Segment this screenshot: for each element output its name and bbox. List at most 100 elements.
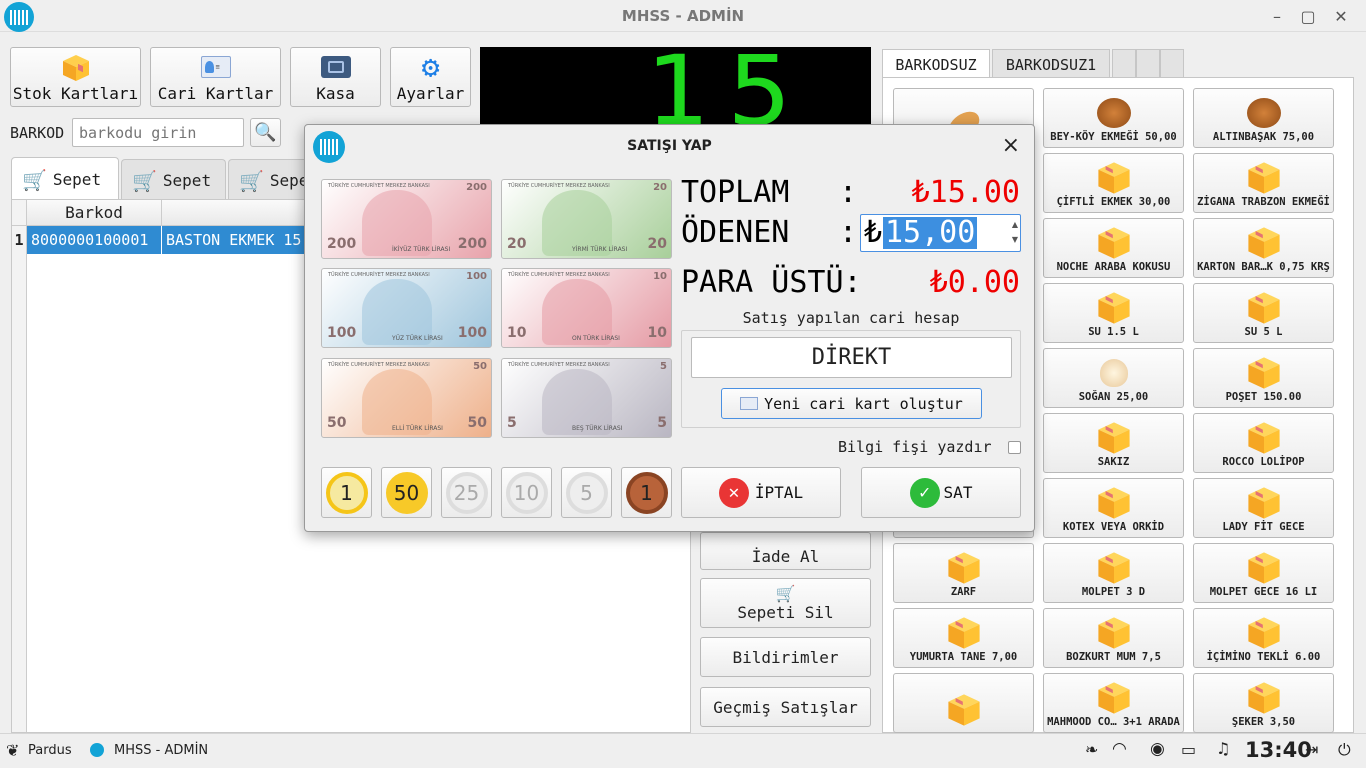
product-card[interactable]: LADY FİT GECE [1193,478,1334,538]
product-card[interactable]: MAHMOOD CO… 3+1 ARADA [1043,673,1184,733]
bildirimler-button[interactable]: Bildirimler [700,637,871,677]
yeni-cari-kart-button[interactable]: Yeni cari kart oluştur [721,388,982,419]
taskbar-clock[interactable]: 13:40 [1245,738,1312,762]
taskbar: ❦ Pardus MHSS - ADMİN ❧ ◠ ◉ ▭ ♫ 13:40 ⇥ … [0,733,1366,768]
bell-icon[interactable]: ♫ [1216,739,1230,758]
record-icon[interactable]: ◉ [1150,739,1165,759]
search-button[interactable]: 🔍 [250,118,281,147]
tab-sepet-1[interactable]: 🛒 Sepet [11,157,119,201]
minimize-icon[interactable]: – [1266,5,1288,27]
product-card[interactable]: SU 5 L [1193,283,1334,343]
tab-sepet-2[interactable]: 🛒 Sepet [121,159,226,201]
kasa-button[interactable]: Kasa [290,47,381,107]
product-card[interactable]: İÇİMİNO TEKLİ 6.00 [1193,608,1334,668]
pardus-logo-icon[interactable]: ❦ [6,741,19,760]
tab-barkodsuz[interactable]: BARKODSUZ [882,49,990,79]
banknote-header: TÜRKİYE CUMHURİYET MERKEZ BANKASI [328,362,430,368]
box-icon [1095,160,1133,196]
product-card[interactable]: SOĞAN 25,00 [1043,348,1184,408]
bilgi-fisi-checkbox[interactable] [1008,441,1021,454]
product-card[interactable]: ALTINBAŞAK 75,00 [1193,88,1334,148]
iptal-button[interactable]: ✕ İPTAL [681,467,841,518]
taskbar-app-label[interactable]: MHSS - ADMİN [114,743,208,758]
stok-kartlari-button[interactable]: Stok Kartları [10,47,141,107]
iade-al-button[interactable]: İade Al [700,532,871,570]
id-card-icon [740,397,759,410]
product-card[interactable]: SAKIZ [1043,413,1184,473]
product-card[interactable]: ÇİFTLİ EKMEK 30,00 [1043,153,1184,213]
power-icon[interactable]: ⏻ [1338,740,1351,760]
banknote-20-button[interactable]: TÜRKİYE CUMHURİYET MERKEZ BANKASI 20 20 20 Y… [501,179,672,259]
banknote-value-top: 100 [466,271,487,282]
product-card[interactable]: NOCHE ARABA KOKUSU [1043,218,1184,278]
product-card[interactable]: POŞET 150.00 [1193,348,1334,408]
banknote-value-left: 100 [327,325,357,341]
product-card[interactable]: MOLPET GECE 16 LI [1193,543,1334,603]
coin-1-button[interactable]: 50 [381,467,432,518]
wifi-icon[interactable]: ◠ [1112,739,1127,759]
spin-buttons-icon[interactable]: ▲ ▼ [1012,217,1018,247]
cari-kartlar-button[interactable]: ≡ Cari Kartlar [150,47,281,107]
product-card[interactable]: MOLPET 3 D [1043,543,1184,603]
coin-value: 5 [565,471,608,514]
tab-sepet-3[interactable]: 🛒 Sepet [228,159,308,201]
para-ustu-label: PARA ÜSTÜ: [681,265,862,300]
table-cell-barkod[interactable]: 8000000100001 [27,226,162,254]
dialog-close-icon[interactable]: × [1002,133,1020,158]
cart-icon: 🛒 [239,168,264,193]
tab-empty-1[interactable] [1112,49,1136,79]
banknote-header: TÜRKİYE CUMHURİYET MERKEZ BANKASI [508,183,610,189]
odenen-input[interactable]: ₺ 15,00 ▲ ▼ [860,214,1021,252]
banknote-200-button[interactable]: TÜRKİYE CUMHURİYET MERKEZ BANKASI 200 200 2… [321,179,492,259]
cancel-icon: ✕ [718,477,749,508]
product-card[interactable]: ŞEKER 3,50 [1193,673,1334,733]
sepeti-sil-button[interactable]: 🛒 Sepeti Sil [700,578,871,628]
coin-0-button[interactable]: 1 [321,467,372,518]
ayarlar-button[interactable]: ⚙ Ayarlar [390,47,471,107]
product-name: MOLPET GECE 16 LI [1209,586,1318,598]
tab-barkodsuz1[interactable]: BARKODSUZ1 [992,49,1110,79]
product-card[interactable]: ZİGANA TRABZON EKMEĞİ [1193,153,1334,213]
start-menu-label[interactable]: Pardus [28,743,72,758]
product-card[interactable]: KARTON BAR…K 0,75 KRŞ [1193,218,1334,278]
box-icon [61,53,91,83]
product-card[interactable]: ZARF [893,543,1034,603]
product-card[interactable] [893,673,1034,733]
coin-4-button[interactable]: 5 [561,467,612,518]
battery-icon[interactable]: ▭ [1181,740,1196,759]
product-name: YUMURTA TANE 7,00 [909,651,1018,663]
close-icon[interactable]: ✕ [1330,5,1352,27]
odenen-currency: ₺ [864,215,883,250]
sat-button[interactable]: ✓ SAT [861,467,1021,518]
cari-caption: Satış yapılan cari hesap [742,309,960,327]
logout-icon[interactable]: ⇥ [1305,740,1318,759]
coin-5-button[interactable]: 1 [621,467,672,518]
cari-field[interactable]: DİREKT [691,337,1012,378]
banknote-50-button[interactable]: TÜRKİYE CUMHURİYET MERKEZ BANKASI 50 50 50 E… [321,358,492,438]
bilgi-fisi-label: Bilgi fişi yazdır [838,438,992,456]
banknote-value-top: 50 [473,361,487,372]
box-icon [1245,355,1283,391]
tab-empty-3[interactable] [1160,49,1184,79]
product-card[interactable]: ROCCO LOLİPOP [1193,413,1334,473]
product-card[interactable]: BEY-KÖY EKMEĞİ 50,00 [1043,88,1184,148]
product-name: BOZKURT MUM 7,5 [1066,651,1161,663]
banknote-100-button[interactable]: TÜRKİYE CUMHURİYET MERKEZ BANKASI 100 100 1… [321,268,492,348]
product-card[interactable]: YUMURTA TANE 7,00 [893,608,1034,668]
product-card[interactable]: BOZKURT MUM 7,5 [1043,608,1184,668]
banknote-10-button[interactable]: TÜRKİYE CUMHURİYET MERKEZ BANKASI 10 10 10 O… [501,268,672,348]
product-card[interactable]: KOTEX VEYA ORKİD [1043,478,1184,538]
leaf-icon[interactable]: ❧ [1085,740,1098,759]
para-ustu-value: ₺0.00 [929,265,1020,300]
barcode-input[interactable] [72,118,244,147]
coin-3-button[interactable]: 10 [501,467,552,518]
banknote-5-button[interactable]: TÜRKİYE CUMHURİYET MERKEZ BANKASI 5 5 5 BEŞ … [501,358,672,438]
product-card[interactable]: SU 1.5 L [1043,283,1184,343]
coin-2-button[interactable]: 25 [441,467,492,518]
check-icon: ✓ [909,477,940,508]
odenen-value: 15,00 [883,215,978,250]
maximize-icon[interactable]: ▢ [1297,5,1319,27]
tab-empty-2[interactable] [1136,49,1160,79]
gecmis-satislar-button[interactable]: Geçmiş Satışlar [700,687,871,727]
column-header-barkod[interactable]: Barkod [27,200,162,226]
